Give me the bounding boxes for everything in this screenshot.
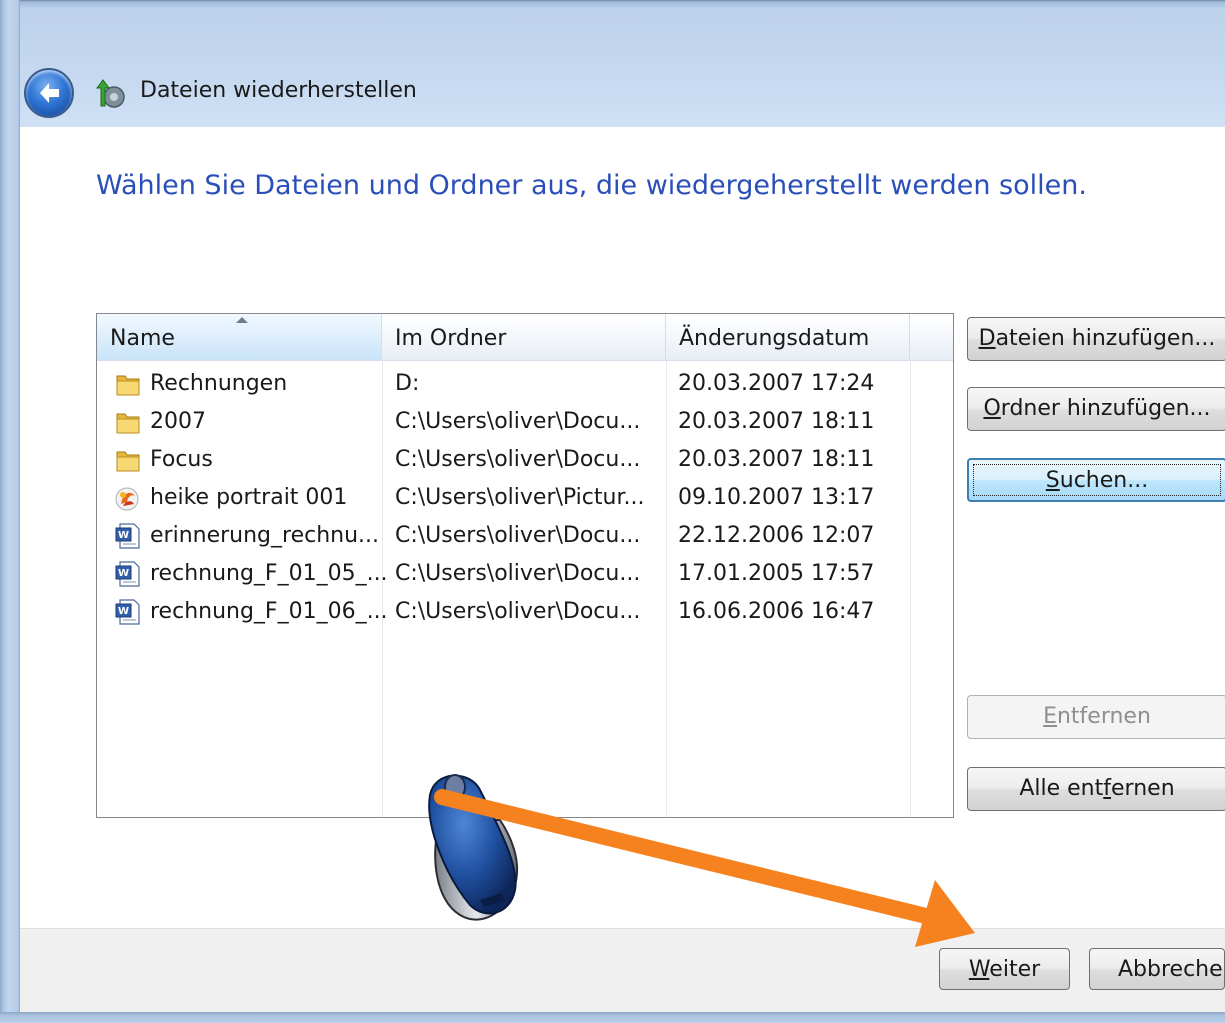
column-header-name[interactable]: Name (97, 314, 382, 360)
window-top-border (0, 0, 1225, 8)
svg-text:W: W (118, 530, 129, 541)
table-row[interactable]: heike portrait 001 C:\Users\oliver\Pictur… (97, 479, 953, 517)
word-document-icon: W (114, 598, 142, 626)
row-date-cell: 20.03.2007 18:11 (678, 409, 875, 434)
sort-ascending-icon (236, 317, 248, 323)
row-name-cell: Focus (150, 447, 213, 472)
row-name-cell: rechnung_F_01_06_... (150, 599, 388, 624)
folder-icon (114, 446, 142, 474)
back-arrow-icon (40, 83, 59, 103)
search-button[interactable]: Suchen... (967, 458, 1225, 502)
column-header-folder[interactable]: Im Ordner (382, 314, 666, 360)
column-header-filler (910, 314, 953, 360)
row-date-cell: 22.12.2006 12:07 (678, 523, 875, 548)
row-name-cell: 2007 (150, 409, 206, 434)
row-folder-cell: C:\Users\oliver\Docu... (395, 561, 641, 586)
table-row[interactable]: Wrechnung_F_01_05_... C:\Users\oliver\Doc… (97, 555, 953, 593)
svg-text:W: W (118, 606, 129, 617)
pointer-arrow-icon (434, 789, 975, 947)
svg-text:W: W (118, 568, 129, 579)
row-folder-cell: C:\Users\oliver\Docu... (395, 447, 641, 472)
row-folder-cell: C:\Users\oliver\Docu... (395, 523, 641, 548)
list-header: Name Im Ordner Änderungsdatum (97, 314, 953, 361)
row-name-cell: rechnung_F_01_05_... (150, 561, 388, 586)
add-files-button[interactable]: Dateien hinzufügen... (967, 317, 1225, 361)
table-row[interactable]: Focus C:\Users\oliver\Docu... 20.03.2007 1… (97, 441, 953, 479)
folder-icon (114, 408, 142, 436)
back-button[interactable] (24, 68, 74, 118)
table-row[interactable]: 2007 C:\Users\oliver\Docu... 20.03.2007 18… (97, 403, 953, 441)
file-list[interactable]: Name Im Ordner Änderungsdatum Rechnungen… (96, 313, 954, 818)
row-date-cell: 09.10.2007 13:17 (678, 485, 875, 510)
row-name-cell: heike portrait 001 (150, 485, 348, 510)
image-file-icon (114, 484, 142, 512)
table-row[interactable]: Rechnungen D: 20.03.2007 17:24 (97, 365, 953, 403)
cancel-button[interactable]: Abbrechen (1089, 948, 1225, 990)
window-left-border (0, 0, 20, 1023)
remove-button[interactable]: Entfernen (967, 695, 1225, 739)
row-date-cell: 20.03.2007 18:11 (678, 447, 875, 472)
row-folder-cell: C:\Users\oliver\Docu... (395, 599, 641, 624)
table-row[interactable]: Werinnerung_rechnu... C:\Users\oliver\Doc… (97, 517, 953, 555)
main-instruction: Wählen Sie Dateien und Ordner aus, die w… (96, 170, 1087, 201)
row-date-cell: 20.03.2007 17:24 (678, 371, 875, 396)
row-name-cell: erinnerung_rechnu... (150, 523, 380, 548)
row-folder-cell: C:\Users\oliver\Pictur... (395, 485, 645, 510)
window-bottom-border (0, 1012, 1225, 1023)
folder-icon (114, 370, 142, 398)
restore-files-icon (96, 79, 125, 108)
word-document-icon: W (114, 560, 142, 588)
column-header-date[interactable]: Änderungsdatum (666, 314, 910, 360)
title-bar (20, 8, 1225, 127)
row-date-cell: 16.06.2006 16:47 (678, 599, 875, 624)
add-folder-button[interactable]: Ordner hinzufügen... (967, 387, 1225, 431)
window-title: Dateien wiederherstellen (140, 78, 417, 103)
row-folder-cell: C:\Users\oliver\Docu... (395, 409, 641, 434)
word-document-icon: W (114, 522, 142, 550)
row-date-cell: 17.01.2005 17:57 (678, 561, 875, 586)
row-name-cell: Rechnungen (150, 371, 288, 396)
table-row[interactable]: Wrechnung_F_01_06_... C:\Users\oliver\Doc… (97, 593, 953, 631)
row-folder-cell: D: (395, 371, 420, 396)
